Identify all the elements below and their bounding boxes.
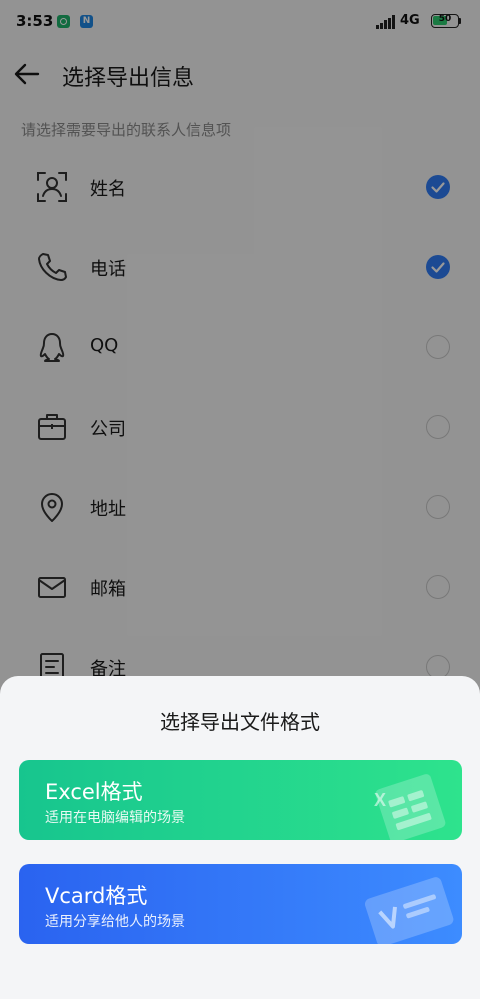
format-bottom-sheet: 选择导出文件格式 Excel格式 适用在电脑编辑的场景 X Vcard格式 适用… xyxy=(0,676,480,999)
option-title: Vcard格式 xyxy=(45,884,148,908)
option-description: 适用分享给他人的场景 xyxy=(45,914,185,930)
page: 3:53 N 4G 50 选择导出信息 请选择需要导出的联系人信息项 姓名 电话… xyxy=(0,0,480,999)
excel-format-option[interactable]: Excel格式 适用在电脑编辑的场景 X xyxy=(19,760,462,840)
vcard-format-option[interactable]: Vcard格式 适用分享给他人的场景 xyxy=(19,864,462,944)
option-title: Excel格式 xyxy=(45,780,143,804)
excel-icon: X xyxy=(374,774,446,840)
sheet-title: 选择导出文件格式 xyxy=(160,710,320,734)
svg-text:X: X xyxy=(374,790,386,810)
vcard-icon xyxy=(364,877,454,944)
option-description: 适用在电脑编辑的场景 xyxy=(45,810,185,826)
